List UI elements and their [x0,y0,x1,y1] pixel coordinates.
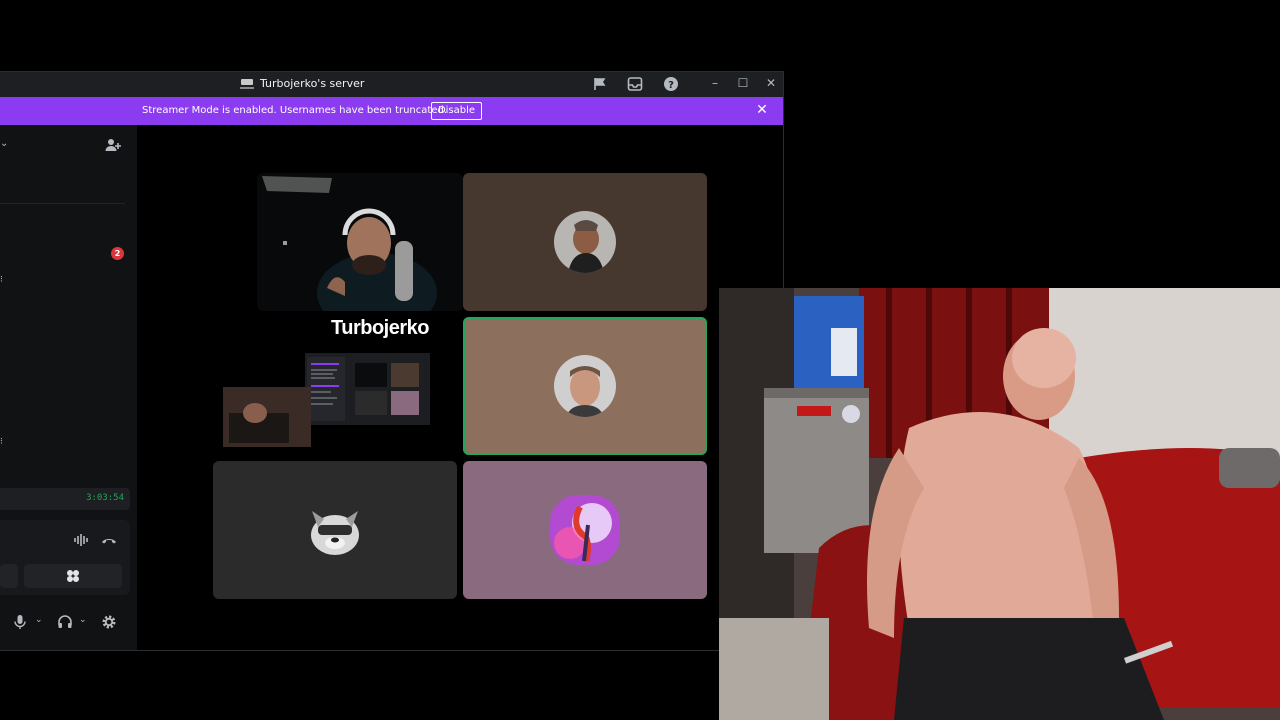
discord-window: Turbojerko's server ? – ☐ ✕ Streamer Mod… [0,71,784,651]
user-panel: ⌄ ⌄ [0,602,137,650]
server-icon [240,78,254,90]
window-title-text: Turbojerko's server [260,77,365,90]
inbox-icon[interactable] [627,76,643,92]
close-banner-icon[interactable]: ✕ [755,103,769,117]
audio-options-chevron-icon[interactable]: ⌄ [79,615,87,625]
mic-options-chevron-icon[interactable]: ⌄ [35,615,43,625]
soundboard-icon[interactable] [73,532,89,548]
add-member-icon[interactable] [105,137,121,153]
webcam-scene [719,288,1280,720]
svg-text:?: ? [668,80,674,91]
activities-icon [65,568,81,584]
close-window-button[interactable]: ✕ [764,76,778,90]
help-icon[interactable]: ? [663,76,679,92]
participant-tile-2[interactable] [213,461,457,599]
webcam-video [257,173,463,311]
voice-call-stage: Turbojerko [137,125,783,650]
participant-tile-1[interactable] [463,173,707,311]
truncated-channel-icon: ⁝ [0,437,3,447]
call-timer: 3:03:54 [86,493,124,503]
participant-tile-speaking[interactable] [463,317,707,455]
voice-connected-bar[interactable]: 3:03:54 [0,488,130,510]
sidebar-divider [0,203,125,204]
unread-badge: 2 [111,247,124,260]
chevron-down-icon[interactable]: ⌄ [0,138,8,149]
participant-avatar [550,495,620,565]
truncated-channel-icon: ⁝ [0,275,3,285]
activities-button[interactable] [24,564,122,588]
participant-avatar [304,499,366,561]
video-tile-webcam[interactable] [257,173,463,311]
disconnect-icon[interactable] [101,532,117,548]
voice-controls-panel [0,520,130,595]
screen-share-tile[interactable]: Turbojerko [215,315,463,453]
streamer-mode-banner: Streamer Mode is enabled. Usernames have… [0,97,783,125]
banner-message: Streamer Mode is enabled. Usernames have… [142,105,447,116]
microphone-icon[interactable] [12,614,28,630]
window-title: Turbojerko's server [240,77,364,90]
channel-sidebar: ⌄ 2 ⁝ ⁝ 3:03:54 ⌄ ⌄ [0,125,137,650]
webcam-overlay [719,288,1280,720]
participant-avatar [554,355,616,417]
screen-share-preview [223,353,430,447]
participant-tile-3[interactable] [463,461,707,599]
settings-gear-icon[interactable] [101,614,117,630]
flag-icon[interactable] [592,76,608,92]
disable-streamer-mode-button[interactable]: Disable [431,102,482,120]
minimize-button[interactable]: – [708,76,722,90]
maximize-button[interactable]: ☐ [736,76,750,90]
participant-avatar [554,211,616,273]
title-bar: Turbojerko's server ? – ☐ ✕ [0,72,783,97]
headphones-icon[interactable] [57,614,73,630]
camera-button[interactable] [0,564,18,588]
